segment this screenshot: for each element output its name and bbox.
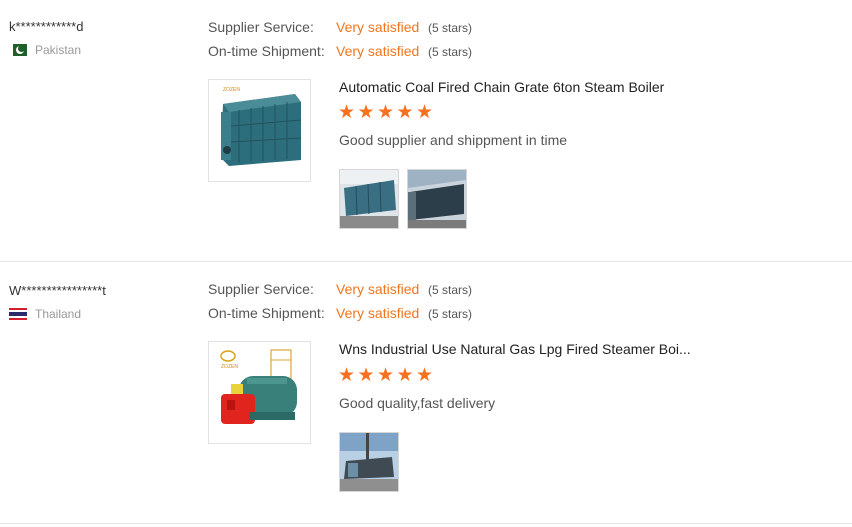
star-rating: ★ ★ ★ ★ ★ <box>338 103 436 122</box>
star-icon: ★ <box>357 365 375 386</box>
reviewer-name: k************d <box>9 19 84 34</box>
shipment-value: Very satisfied <box>336 305 420 321</box>
shipment-value: Very satisfied <box>336 43 420 59</box>
review-comment: Good quality,fast delivery <box>339 395 496 411</box>
review-photos <box>339 432 407 492</box>
shipment-stars: (5 stars) <box>428 45 473 59</box>
product-title-link[interactable]: Automatic Coal Fired Chain Grate 6ton St… <box>339 79 664 95</box>
supplier-service-label: Supplier Service: <box>208 281 314 297</box>
star-icon: ★ <box>377 365 395 386</box>
review-photos <box>339 169 475 229</box>
pakistan-flag-icon <box>9 44 27 56</box>
reviewer-country: Pakistan <box>9 43 83 57</box>
supplier-service-stars: (5 stars) <box>428 21 473 35</box>
shipment-label: On-time Shipment: <box>208 43 325 59</box>
star-icon: ★ <box>357 102 375 123</box>
supplier-service-value: Very satisfied <box>336 281 420 297</box>
reviewer-info: W****************t Thailand <box>9 283 106 321</box>
star-icon: ★ <box>338 102 356 123</box>
shipment-rating: On-time Shipment: Very satisfied (5 star… <box>208 305 472 329</box>
shipment-stars: (5 stars) <box>428 307 473 321</box>
supplier-service-stars: (5 stars) <box>428 283 473 297</box>
supplier-service-label: Supplier Service: <box>208 19 314 35</box>
shipment-rating: On-time Shipment: Very satisfied (5 star… <box>208 43 472 67</box>
brand-logo: ZOZEN <box>221 364 238 370</box>
review-photo-thumbnail[interactable] <box>339 169 399 229</box>
product-title-link[interactable]: Wns Industrial Use Natural Gas Lpg Fired… <box>339 341 691 357</box>
brand-logo: ZOZEN <box>223 87 240 93</box>
star-rating: ★ ★ ★ ★ ★ <box>338 366 436 385</box>
thailand-flag-icon <box>9 308 27 320</box>
country-label: Pakistan <box>35 43 82 57</box>
country-label: Thailand <box>35 307 82 321</box>
supplier-service-value: Very satisfied <box>336 19 420 35</box>
supplier-service-rating: Supplier Service: Very satisfied (5 star… <box>208 19 472 43</box>
product-image[interactable]: ZOZEN <box>208 79 311 182</box>
review-photo-thumbnail[interactable] <box>407 169 467 229</box>
star-icon: ★ <box>338 365 356 386</box>
star-icon: ★ <box>396 365 414 386</box>
reviewer-name: W****************t <box>9 283 106 298</box>
supplier-ratings: Supplier Service: Very satisfied (5 star… <box>208 19 472 67</box>
review-photo-thumbnail[interactable] <box>339 432 399 492</box>
review-comment: Good supplier and shippment in time <box>339 132 568 148</box>
review-item: k************d Pakistan Supplier Service… <box>0 0 852 262</box>
star-icon: ★ <box>396 102 414 123</box>
reviewer-info: k************d Pakistan <box>9 19 83 57</box>
reviewer-country: Thailand <box>9 307 106 321</box>
supplier-ratings: Supplier Service: Very satisfied (5 star… <box>208 281 472 329</box>
star-icon: ★ <box>416 365 434 386</box>
review-item: W****************t Thailand Supplier Ser… <box>0 262 852 524</box>
shipment-label: On-time Shipment: <box>208 305 325 321</box>
star-icon: ★ <box>377 102 395 123</box>
star-icon: ★ <box>416 102 434 123</box>
product-image[interactable]: ZOZEN <box>208 341 311 444</box>
supplier-service-rating: Supplier Service: Very satisfied (5 star… <box>208 281 472 305</box>
